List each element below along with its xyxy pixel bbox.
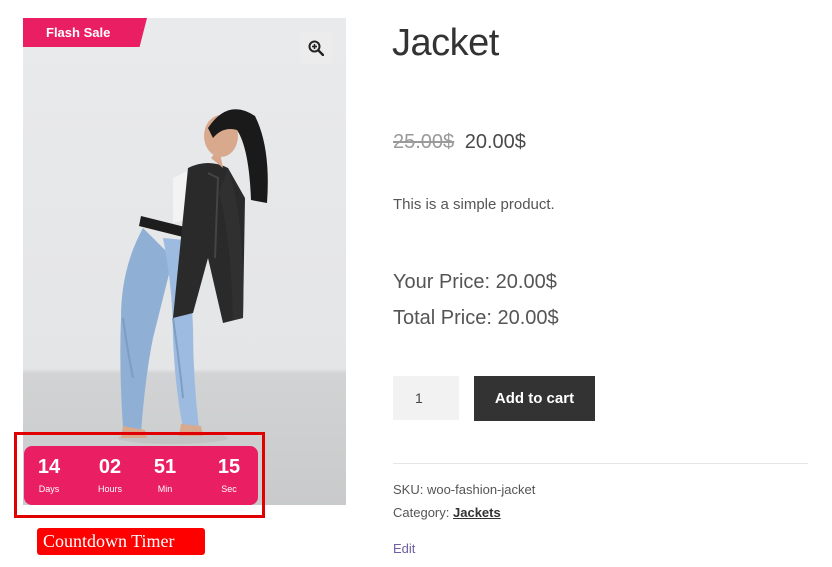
add-to-cart-button[interactable]: Add to cart [474, 376, 595, 421]
regular-price: 25.00$ [393, 131, 455, 153]
highlight-box [14, 432, 265, 518]
product-title: Jacket [392, 22, 499, 64]
category-link[interactable]: Jackets [453, 505, 501, 520]
product-price: 25.00$ 20.00$ [393, 131, 526, 154]
edit-link[interactable]: Edit [393, 541, 415, 556]
zoom-button[interactable] [300, 32, 332, 64]
magnifier-plus-icon [308, 40, 324, 56]
your-price: Your Price: 20.00$ [393, 271, 557, 293]
flash-sale-label: Flash Sale [46, 25, 111, 40]
callout-label: Countdown Timer [43, 531, 175, 551]
countdown-callout: Countdown Timer [37, 528, 205, 555]
product-description: This is a simple product. [393, 196, 555, 213]
product-category: Category: Jackets [393, 505, 501, 520]
total-price: Total Price: 20.00$ [393, 307, 559, 329]
category-label: Category: [393, 505, 450, 520]
product-sku: SKU: woo-fashion-jacket [393, 482, 536, 497]
divider [393, 463, 808, 464]
quantity-input[interactable] [393, 376, 459, 420]
flash-sale-badge: Flash Sale [23, 18, 147, 47]
sale-price: 20.00$ [464, 131, 526, 153]
